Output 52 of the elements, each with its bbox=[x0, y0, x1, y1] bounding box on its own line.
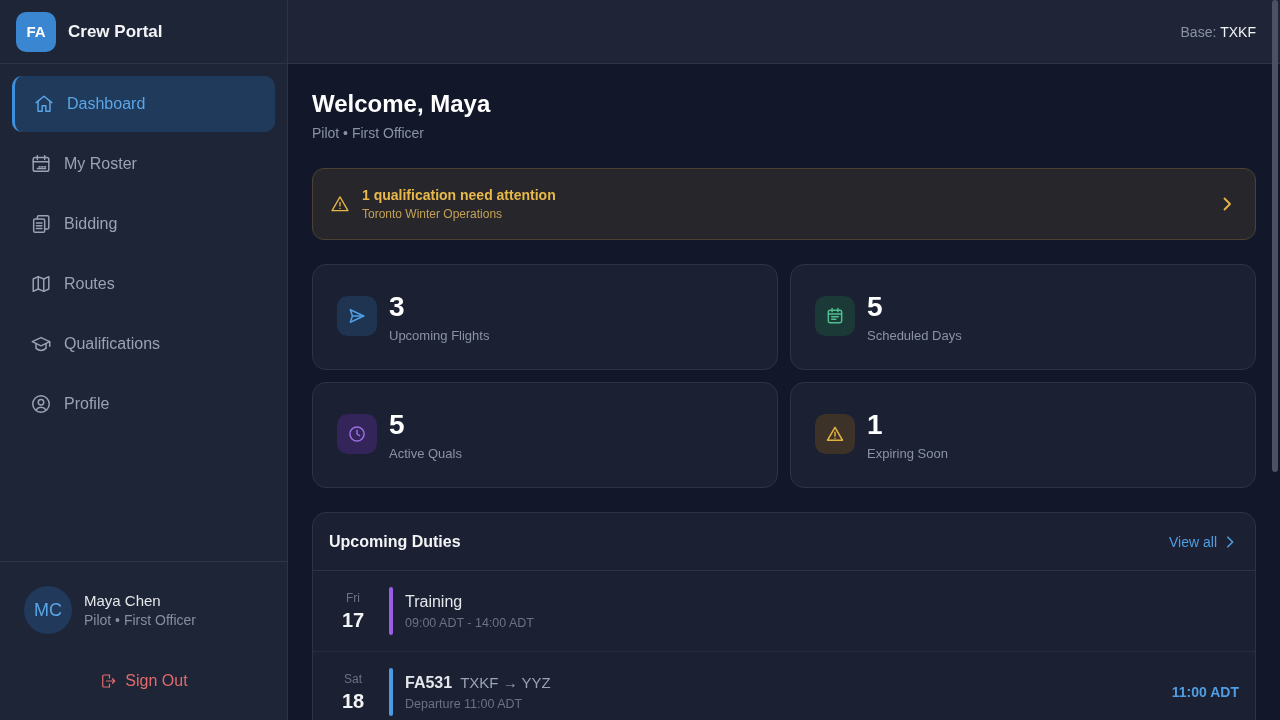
nav-item[interactable]: My Roster bbox=[12, 136, 275, 192]
map-icon bbox=[30, 273, 52, 295]
user-role: Pilot • First Officer bbox=[84, 612, 196, 628]
warning-icon bbox=[815, 414, 855, 454]
duty-date: 17 bbox=[341, 608, 365, 632]
base-indicator: Base: TXKF bbox=[1180, 23, 1256, 40]
duty-route: TXKF → YYZ bbox=[460, 673, 551, 691]
sign-out-icon bbox=[99, 672, 118, 690]
stat-label: Scheduled Days bbox=[867, 326, 962, 345]
nav-item[interactable]: Dashboard bbox=[12, 76, 275, 132]
stat-value: 5 bbox=[389, 407, 406, 442]
stat-label: Upcoming Flights bbox=[389, 326, 490, 345]
warning-icon bbox=[330, 194, 350, 214]
sign-out-button[interactable]: Sign Out bbox=[87, 662, 200, 700]
stat-value: 1 bbox=[867, 407, 884, 442]
calendar-icon bbox=[30, 153, 52, 175]
view-all-link[interactable]: View all bbox=[1169, 533, 1237, 550]
duty-date: 18 bbox=[341, 689, 365, 713]
panel-title: Upcoming Duties bbox=[329, 532, 461, 551]
duty-detail: 09:00 ADT - 14:00 ADT bbox=[405, 615, 535, 630]
welcome-subtitle: Pilot • First Officer bbox=[312, 124, 425, 143]
welcome-heading: Welcome, Maya bbox=[312, 89, 492, 119]
documents-icon bbox=[30, 213, 52, 235]
paper-plane-icon bbox=[337, 296, 377, 336]
duty-title: Training bbox=[405, 592, 463, 611]
calendar-icon bbox=[815, 296, 855, 336]
user-avatar: MC bbox=[24, 586, 72, 634]
duty-row[interactable]: Sat 18 FA531 TXKF → YYZ Departure 11:00 ADT 11:00 ADT bbox=[313, 652, 1255, 720]
nav-item[interactable]: Qualifications bbox=[12, 316, 275, 372]
stat-value: 5 bbox=[867, 289, 884, 324]
duty-row[interactable]: Fri 17 Training 09:00 ADT - 14:00 ADT bbox=[313, 571, 1255, 652]
duty-title: FA531 bbox=[405, 673, 453, 692]
nav-item[interactable]: Bidding bbox=[12, 196, 275, 252]
home-icon bbox=[33, 93, 55, 115]
user-circle-icon bbox=[30, 393, 52, 415]
duty-weekday: Fri bbox=[346, 590, 360, 606]
app-logo: FA bbox=[16, 11, 56, 52]
app-name: Crew Portal bbox=[68, 21, 163, 42]
stat-label: Active Quals bbox=[389, 444, 462, 463]
stat-value: 3 bbox=[389, 289, 406, 324]
alert-subtitle: Toronto Winter Operations bbox=[362, 207, 504, 221]
nav-item[interactable]: Profile bbox=[12, 376, 275, 432]
qualification-alert[interactable]: 1 qualification need attention Toronto Winter Operations bbox=[312, 168, 1256, 240]
clock-icon bbox=[337, 414, 377, 454]
scrollbar-thumb[interactable] bbox=[1272, 0, 1278, 472]
stat-label: Expiring Soon bbox=[867, 444, 948, 463]
duty-weekday: Sat bbox=[344, 671, 362, 687]
user-name: Maya Chen bbox=[84, 592, 162, 609]
alert-title: 1 qualification need attention bbox=[362, 187, 557, 203]
nav-item[interactable]: Routes bbox=[12, 256, 275, 312]
duty-detail: Departure 11:00 ADT bbox=[405, 696, 524, 711]
departure-time: 11:00 ADT bbox=[1171, 684, 1239, 700]
